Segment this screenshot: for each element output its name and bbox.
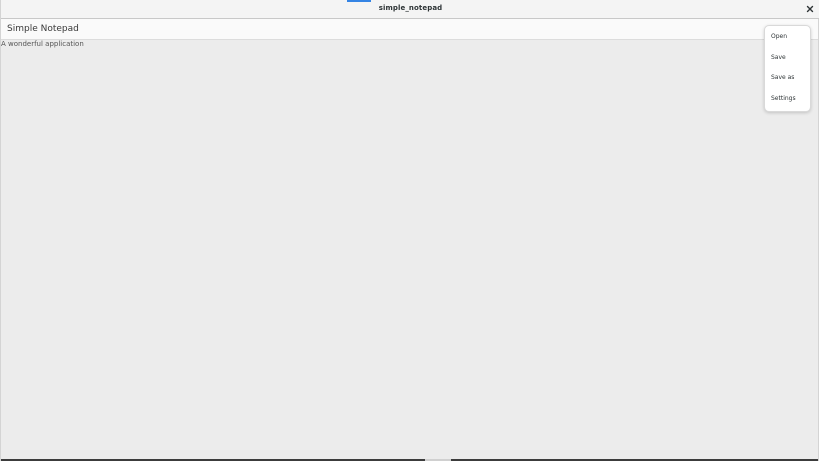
close-button[interactable] [804, 3, 816, 15]
app-header: Simple Notepad [1, 19, 818, 40]
app-title: Simple Notepad [7, 24, 79, 34]
popover-menu: Open Save Save as Settings [764, 25, 811, 112]
title-bar[interactable]: simple_notepad [1, 0, 819, 19]
window-title: simple_notepad [378, 4, 443, 12]
menu-item-save[interactable]: Save [765, 49, 810, 67]
menu-item-settings[interactable]: Settings [765, 90, 810, 108]
app-subtitle: A wonderful application [1, 40, 84, 48]
close-icon [806, 5, 814, 13]
menu-item-open[interactable]: Open [765, 28, 810, 46]
application-window: simple_notepad Simple Notepad A wonderfu… [0, 0, 819, 461]
active-tab-indicator [347, 0, 371, 2]
menu-item-save-as[interactable]: Save as [765, 69, 810, 87]
